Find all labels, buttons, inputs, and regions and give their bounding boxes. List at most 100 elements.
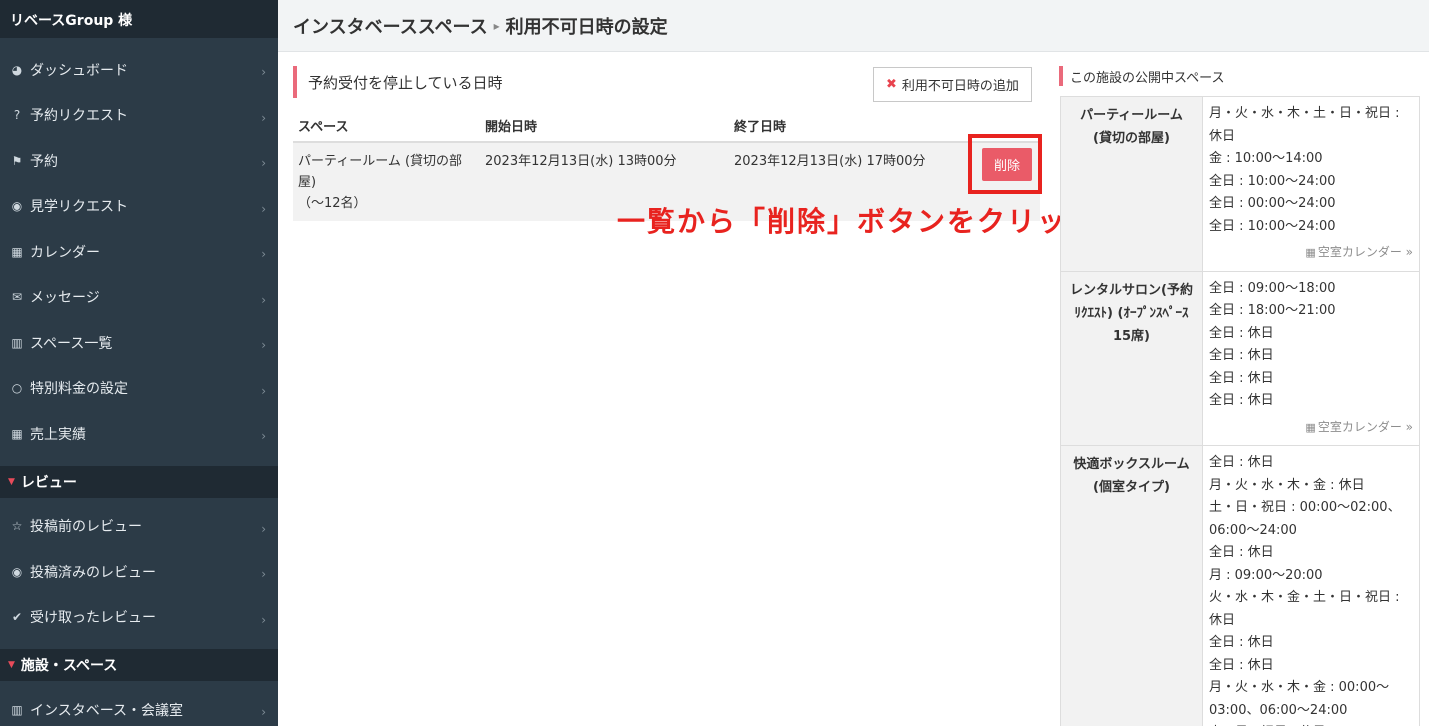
sidebar-item[interactable]: ◉ 投稿済みのレビュー ›	[0, 549, 278, 595]
caret-down-icon: ▼	[8, 660, 15, 670]
building-icon: ▥	[11, 702, 23, 717]
sidebar-item[interactable]: ▥ スペース一覧 ›	[0, 320, 278, 366]
hours-line: 全日 : 休日	[1209, 393, 1274, 408]
sidebar-item[interactable]: ✉ メッセージ ›	[0, 275, 278, 321]
space-name-line: 快適ボックスルーム	[1073, 457, 1190, 472]
space-name-line: 屋)	[298, 175, 317, 190]
sidebar-item-label: 予約	[30, 153, 58, 170]
hours-line: 全日 : 00:00〜24:00	[1209, 196, 1336, 211]
breadcrumb-parent[interactable]: インスタベーススペース	[293, 13, 488, 39]
calendar-link-label: 空室カレンダー »	[1317, 245, 1413, 259]
sidebar-item[interactable]: ? 予約リクエスト ›	[0, 93, 278, 139]
table-header-row: スペース 開始日時 終了日時	[293, 110, 1040, 143]
section-label: レビュー	[20, 474, 77, 491]
hours-line: 月・火・水・木・金 : 00:00〜	[1209, 680, 1390, 695]
space-row: レンタルサロン(予約 ﾘｸｴｽﾄ) (ｵｰﾌﾟﾝｽﾍﾟｰｽ 15席) 全日 : 09:…	[1060, 270, 1420, 446]
sidebar-item-label: ダッシュボード	[30, 62, 128, 79]
space-name-line: (個室タイプ)	[1093, 480, 1170, 495]
calendar-link[interactable]: ▦ 空室カレンダー »	[1209, 416, 1413, 440]
calendar-icon: ▦	[1305, 420, 1316, 434]
sidebar-item[interactable]: ◉ 見学リクエスト ›	[0, 184, 278, 230]
chevron-right-icon: ›	[261, 292, 266, 307]
add-unavailable-button[interactable]: ✖ 利用不可日時の追加	[873, 67, 1032, 102]
chevron-right-icon: ›	[261, 521, 266, 536]
hours-line: 全日 : 休日	[1209, 325, 1274, 341]
sidebar-section-facility: ▼ 施設・スペース	[0, 649, 278, 681]
column-header-space: スペース	[293, 110, 480, 143]
spaces-table: パーティールーム (貸切の部屋) 月・火・水・木・土・日・祝日 : 休日金 : 10:…	[1060, 96, 1420, 726]
sidebar-item[interactable]: ▦ カレンダー ›	[0, 229, 278, 275]
sidebar-item[interactable]: ✔ 受け取ったレビュー ›	[0, 595, 278, 641]
circle-icon: ○	[11, 381, 23, 396]
instruction-annotation: 一覧から「削除」ボタンをクリック	[617, 205, 1098, 238]
sidebar-section-review: ▼ レビュー	[0, 465, 278, 498]
sidebar-item-label: 投稿済みのレビュー	[30, 564, 156, 581]
sidebar-item[interactable]: ◕ ダッシュボード ›	[0, 47, 278, 93]
space-name: 快適ボックスルーム (個室タイプ)	[1060, 445, 1203, 726]
calendar-icon: ▦	[1305, 246, 1316, 259]
panel-title: この施設の公開中スペース	[1059, 66, 1421, 86]
chevron-right-icon: ›	[261, 705, 266, 719]
main-content: 予約受付を停止している日時 ✖ 利用不可日時の追加 スペース 開始日時 終了日時…	[293, 66, 1042, 221]
sidebar-item[interactable]: ○ 特別料金の設定 ›	[0, 366, 278, 412]
hours-line: 月・火・水・木・土・日・祝日 :	[1209, 106, 1400, 121]
sidebar-item-label: 売上実績	[30, 426, 86, 443]
hours-line: 全日 : 休日	[1209, 635, 1274, 650]
sidebar-item-label: 受け取ったレビュー	[30, 610, 156, 627]
hours-line: 休日	[1209, 612, 1236, 628]
space-name-line: ﾘｸｴｽﾄ) (ｵｰﾌﾟﾝｽﾍﾟｰｽ	[1074, 305, 1189, 321]
space-name: レンタルサロン(予約 ﾘｸｴｽﾄ) (ｵｰﾌﾟﾝｽﾍﾟｰｽ 15席)	[1060, 270, 1203, 446]
chevron-right-icon: ›	[261, 338, 266, 352]
space-hours: 全日 : 休日 月・火・水・木・金 : 休日土・日・祝日 : 00:00〜02:0…	[1202, 445, 1420, 726]
page-header: インスタベーススペース ▸ 利用不可日時の設定	[278, 0, 1429, 52]
chevron-right-icon: ›	[261, 429, 266, 443]
sidebar-item-label: メッセージ	[30, 290, 100, 307]
sidebar-item-label: カレンダー	[30, 244, 100, 261]
breadcrumb-separator-icon: ▸	[493, 18, 500, 33]
chevron-right-icon: ›	[261, 65, 266, 79]
space-name-line: パーティールーム (貸切の部	[298, 154, 463, 169]
space-name-line: パーティールーム	[1080, 108, 1183, 123]
space-hours: 全日 : 09:00〜18:00 全日 : 18:00〜21:00 全日 : 休日全…	[1202, 270, 1420, 446]
space-name-line: (貸切の部屋)	[1093, 131, 1170, 146]
space-capacity: （〜12名）	[298, 196, 367, 211]
calendar-link-label: 空室カレンダー »	[1317, 419, 1413, 434]
chevron-right-icon: ›	[261, 201, 266, 216]
sidebar-item[interactable]: ⚑ 予約 ›	[0, 138, 278, 184]
eye-icon: ◉	[11, 564, 23, 579]
hours-line: 土・日・祝日 : 00:00〜02:00、	[1209, 500, 1401, 515]
cell-space: パーティールーム (貸切の部 屋) （〜12名）	[293, 142, 480, 221]
caret-down-icon: ▼	[8, 476, 15, 487]
sidebar-item[interactable]: ▦ 売上実績 ›	[0, 411, 278, 457]
hours-line: 全日 : 18:00〜21:00	[1209, 303, 1336, 318]
hours-line: 月・火・水・木・金 : 休日	[1209, 477, 1365, 493]
hours-line: 全日 : 休日	[1209, 545, 1274, 560]
close-x-icon: ✖	[886, 77, 897, 92]
sidebar-item[interactable]: ☆ 投稿前のレビュー ›	[0, 504, 278, 550]
hours-line: 全日 : 10:00〜24:00	[1209, 218, 1336, 234]
chevron-right-icon: ›	[261, 247, 266, 261]
star-icon: ☆	[11, 519, 23, 534]
chevron-right-icon: ›	[261, 567, 266, 581]
dashboard-icon: ◕	[11, 62, 23, 77]
sidebar-item-label: 予約リクエスト	[30, 108, 128, 125]
public-spaces-panel: この施設の公開中スペース パーティールーム (貸切の部屋) 月・火・水・木・土・日・…	[1059, 66, 1421, 726]
hours-line: 全日 : 09:00〜18:00	[1209, 280, 1336, 296]
calendar-link[interactable]: ▦ 空室カレンダー »	[1209, 241, 1413, 265]
building-icon: ▥	[11, 335, 23, 350]
hours-line: 全日 : 休日	[1209, 370, 1274, 386]
calendar-icon: ▦	[11, 244, 23, 259]
hours-line: 火・水・木・金・土・日・祝日 :	[1209, 590, 1400, 605]
hours-line: 土・日・祝日 : 休日	[1209, 722, 1413, 726]
sidebar-item[interactable]: ▥ インスタベース・会議室 ›	[0, 687, 278, 726]
sidebar: リベースGroup 様 ◕ ダッシュボード ›? 予約リクエスト › ⚑ 予約 › ◉ 見学リクエ…	[0, 0, 278, 726]
envelope-icon: ✉	[11, 290, 23, 305]
sidebar-item-label: インスタベース・会議室	[30, 702, 184, 719]
column-header-start: 開始日時	[480, 110, 729, 143]
sidebar-review-menu: ☆ 投稿前のレビュー › ◉ 投稿済みのレビュー › ✔ 受け取ったレビュー ›	[0, 504, 278, 641]
question-icon: ?	[13, 108, 21, 123]
page-title: 利用不可日時の設定	[505, 16, 668, 38]
hours-line: 休日	[1209, 128, 1236, 144]
hours-line: 月 : 09:00〜20:00	[1209, 567, 1323, 583]
delete-button[interactable]: 削除	[982, 148, 1032, 181]
